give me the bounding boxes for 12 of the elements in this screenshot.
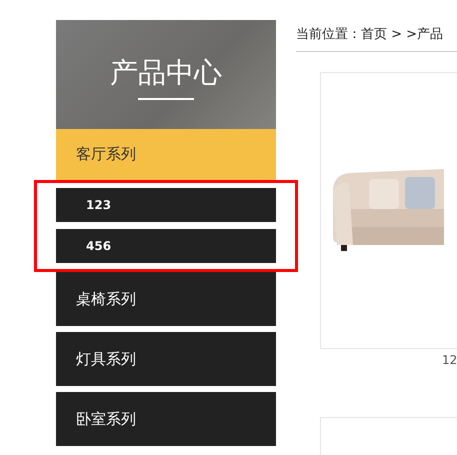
category-link[interactable]: 灯具系列 (56, 332, 276, 386)
sidebar-title: 产品中心 (110, 56, 222, 90)
subcategory-link[interactable]: 456 (56, 229, 276, 263)
product-card[interactable] (320, 72, 457, 350)
product-card[interactable] (320, 417, 457, 455)
category-link[interactable]: 客厅系列 (56, 129, 276, 180)
category-link[interactable]: 卧室系列 (56, 392, 276, 446)
subcategory-link[interactable]: 123 (56, 188, 276, 222)
category-link[interactable]: 桌椅系列 (56, 272, 276, 326)
title-underline (138, 98, 194, 100)
breadcrumb: 当前位置：首页 > >产品 (296, 20, 457, 52)
product-caption: 12 (442, 353, 457, 368)
